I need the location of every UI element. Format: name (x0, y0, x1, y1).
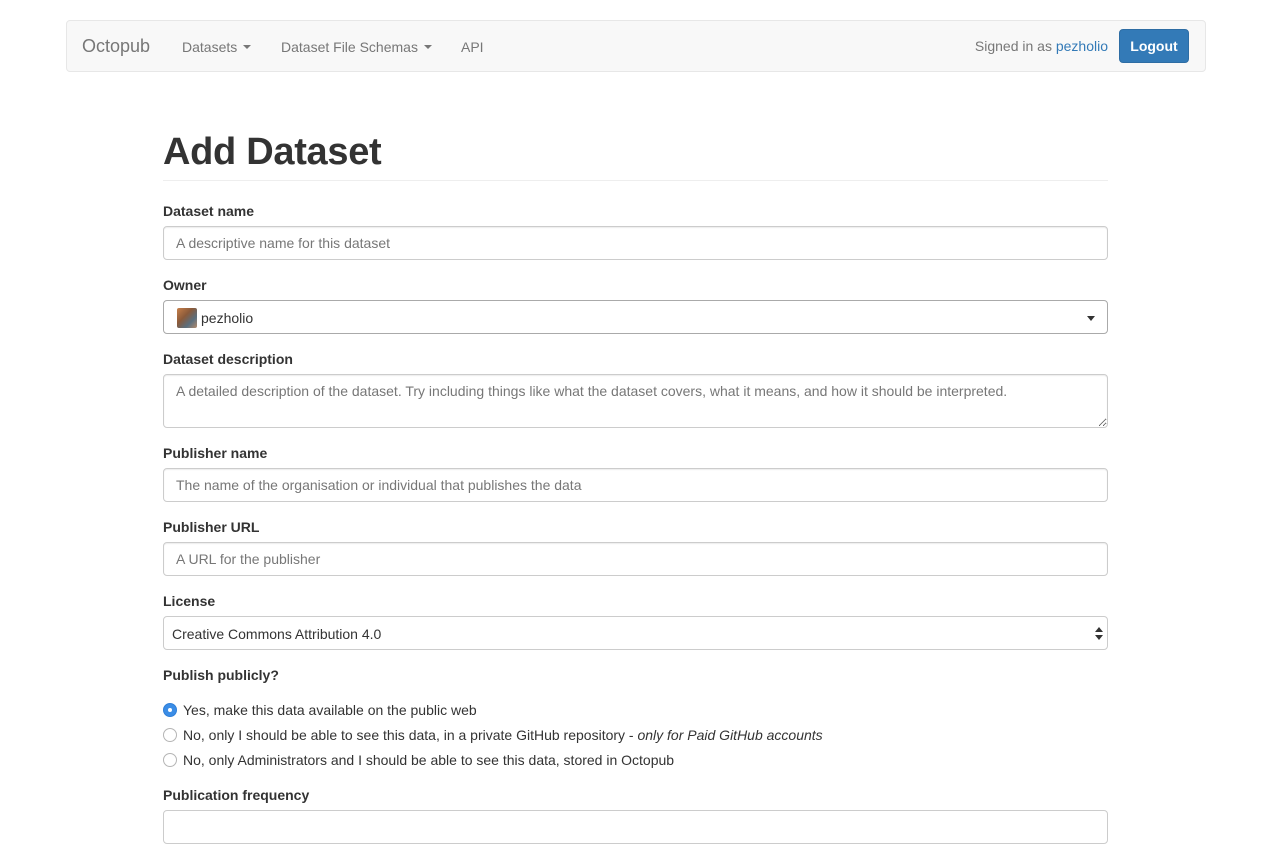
nav-datasets-dropdown[interactable]: Datasets (182, 38, 252, 56)
signed-in-prefix: Signed in as (974, 38, 1052, 54)
nav-dataset-file-schemas-label: Dataset File Schemas (281, 39, 418, 55)
publish-publicly-label: Publish publicly? (163, 667, 279, 683)
username-link[interactable]: pezholio (1056, 38, 1108, 54)
logout-button[interactable]: Logout (1119, 29, 1189, 63)
page-title: Add Dataset (163, 131, 382, 173)
navbar: Octopub Datasets Dataset File Schemas AP… (66, 20, 1206, 72)
license-select[interactable]: Creative Commons Attribution 4.0 (163, 616, 1108, 650)
brand-link[interactable]: Octopub (82, 36, 150, 56)
dataset-name-input[interactable] (163, 226, 1108, 260)
owner-select[interactable]: pezholio (163, 300, 1108, 334)
publisher-name-input[interactable] (163, 468, 1108, 502)
radio-label-public: Yes, make this data available on the pub… (183, 702, 477, 718)
caret-down-icon (243, 45, 252, 50)
signed-in-text: Signed in as pezholio (975, 37, 1108, 55)
caret-down-icon (423, 45, 432, 50)
page-header: Add Dataset (163, 126, 1108, 181)
chevron-down-icon (1087, 316, 1095, 321)
avatar (177, 308, 197, 328)
publisher-name-label: Publisher name (163, 445, 268, 461)
radio-label-octopub-private: No, only Administrators and I should be … (183, 752, 675, 768)
dataset-description-textarea[interactable] (163, 374, 1108, 428)
publisher-url-input[interactable] (163, 542, 1108, 576)
owner-label: Owner (163, 277, 207, 293)
nav-api-link[interactable]: API (461, 38, 484, 56)
radio-button-checked[interactable] (163, 703, 177, 717)
select-updown-icon (1095, 626, 1103, 642)
radio-button[interactable] (163, 728, 177, 742)
nav-datasets-label: Datasets (182, 39, 238, 55)
radio-button[interactable] (163, 753, 177, 767)
nav-dataset-file-schemas-dropdown[interactable]: Dataset File Schemas (281, 38, 432, 56)
license-label: License (163, 593, 216, 609)
dataset-description-label: Dataset description (163, 351, 293, 367)
publication-frequency-select[interactable] (163, 810, 1108, 844)
publisher-url-label: Publisher URL (163, 519, 260, 535)
dataset-name-label: Dataset name (163, 203, 255, 219)
publication-frequency-label: Publication frequency (163, 787, 310, 803)
owner-selected-value: pezholio (201, 310, 254, 326)
radio-label-emphasis: only for Paid GitHub accounts (637, 727, 823, 743)
radio-label-private-github: No, only I should be able to see this da… (183, 727, 823, 743)
license-selected-value: Creative Commons Attribution 4.0 (172, 626, 382, 642)
